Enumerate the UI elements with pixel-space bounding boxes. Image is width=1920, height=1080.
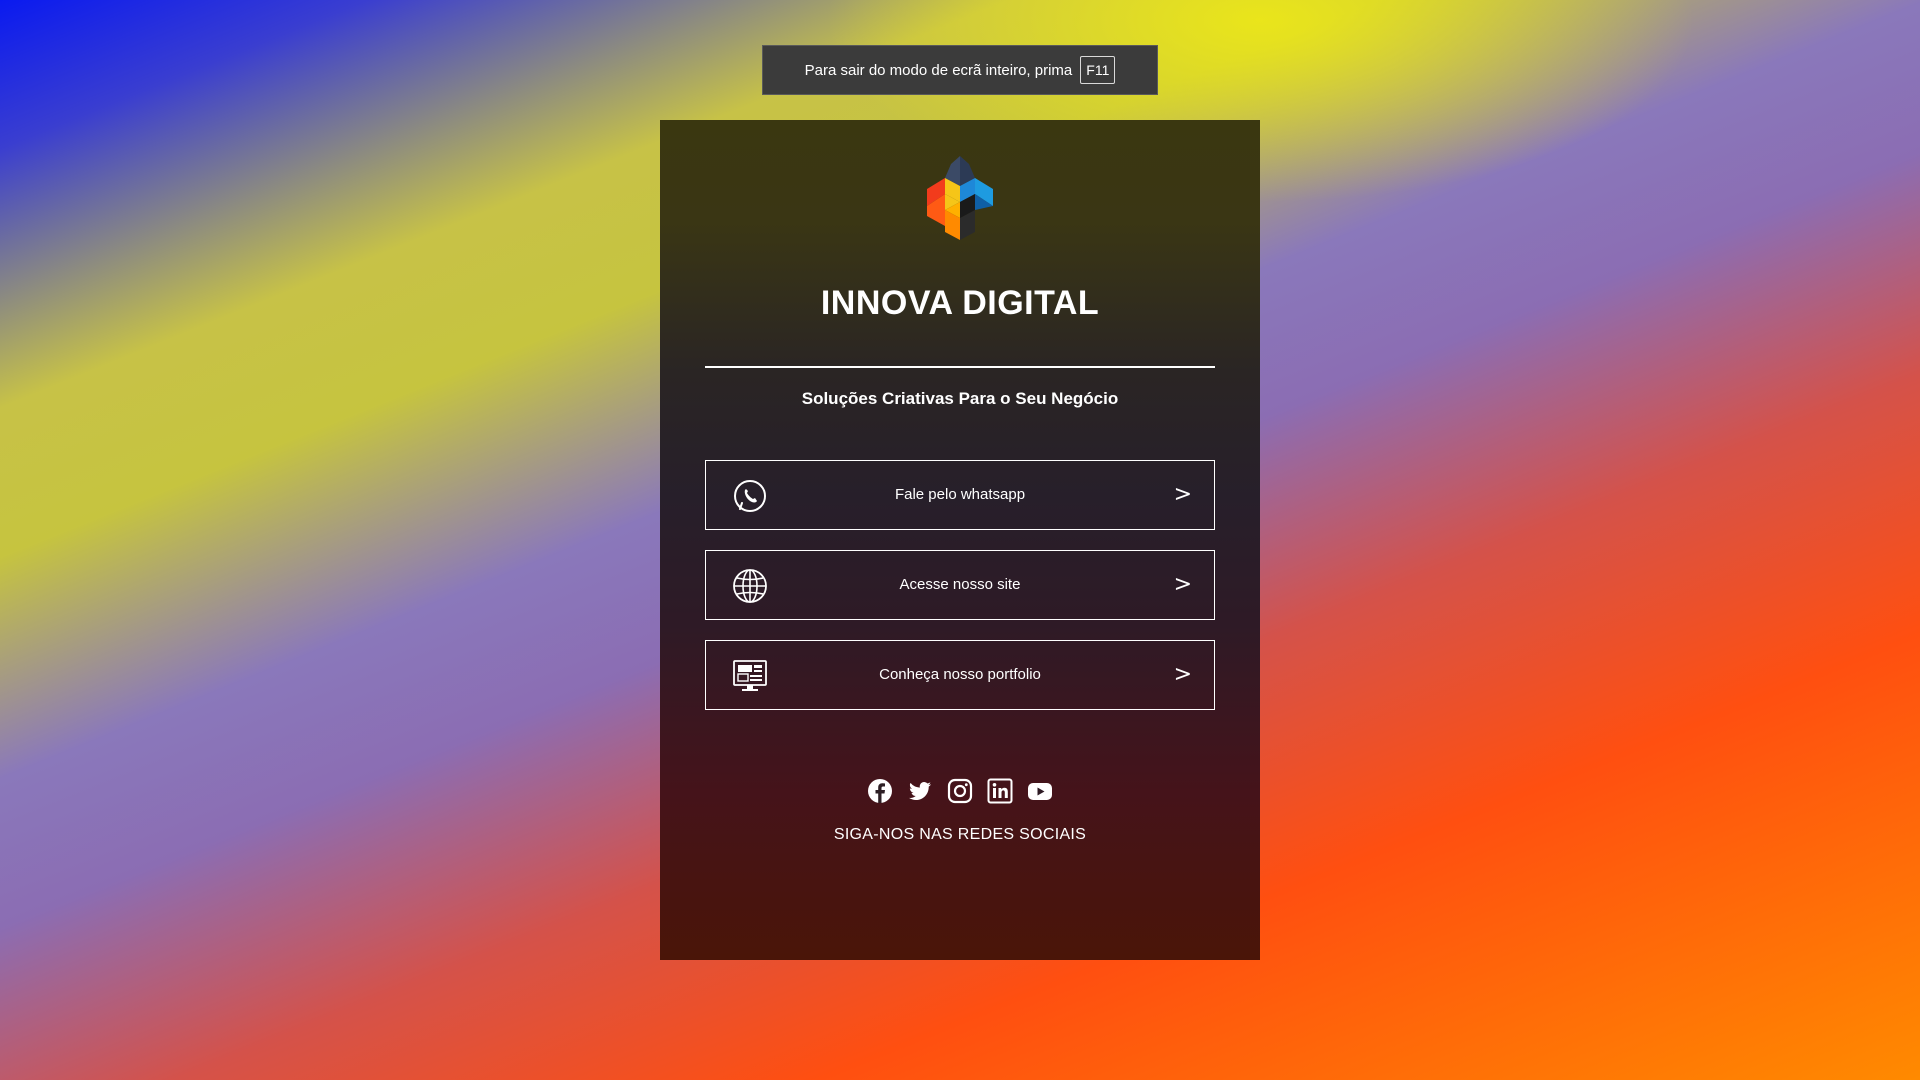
twitter-icon[interactable] [907, 778, 933, 804]
whatsapp-link-label: Fale pelo whatsapp [894, 486, 1026, 503]
fullscreen-exit-notice: Para sair do modo de ecrã inteiro, prima… [762, 45, 1158, 95]
globe-icon [733, 569, 767, 603]
facebook-icon[interactable] [867, 778, 893, 804]
whatsapp-icon [734, 480, 766, 512]
whatsapp-link-button[interactable]: Fale pelo whatsapp > [705, 460, 1215, 530]
instagram-icon[interactable] [947, 778, 973, 804]
brand-tagline: Soluções Criativas Para o Seu Negócio [801, 389, 1119, 408]
link-card: INNOVA DIGITAL Soluções Criativas Para o… [660, 120, 1260, 960]
brand-title: INNOVA DIGITAL [820, 284, 1100, 322]
portfolio-link-label: Conheça nosso portfolio [879, 666, 1041, 683]
website-link-label: Acesse nosso site [899, 576, 1021, 593]
chevron-right-icon: > [1173, 572, 1192, 597]
linkedin-icon[interactable] [987, 778, 1013, 804]
website-link-button[interactable]: Acesse nosso site > [705, 550, 1215, 620]
portfolio-monitor-icon [733, 660, 767, 691]
fullscreen-notice-text: Para sair do modo de ecrã inteiro, prima [804, 61, 1073, 79]
cube-logo-icon [927, 156, 993, 240]
social-caption: SIGA-NOS NAS REDES SOCIAIS [833, 826, 1087, 843]
youtube-icon[interactable] [1027, 778, 1053, 804]
chevron-right-icon: > [1173, 662, 1192, 687]
f11-key-badge: F11 [1080, 56, 1116, 84]
chevron-right-icon: > [1173, 482, 1192, 507]
portfolio-link-button[interactable]: Conheça nosso portfolio > [705, 640, 1215, 710]
divider [705, 366, 1215, 368]
social-icons-row [660, 778, 1260, 804]
